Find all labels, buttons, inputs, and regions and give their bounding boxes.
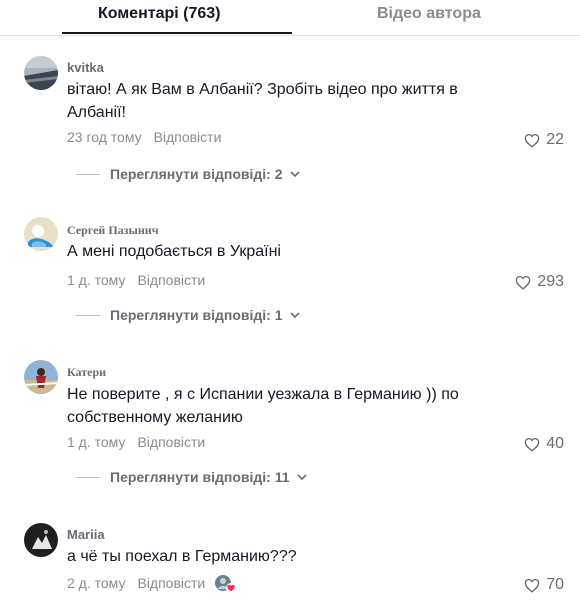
avatar[interactable]: [24, 56, 58, 90]
tab-author-videos[interactable]: Відео автора: [377, 5, 481, 35]
like-button[interactable]: 70: [524, 576, 564, 594]
like-count: 22: [546, 131, 564, 148]
avatar[interactable]: [24, 360, 58, 394]
avatar[interactable]: [24, 523, 58, 557]
view-replies-label: Переглянути відповіді: 2: [110, 166, 283, 182]
tab-comments[interactable]: Коментарі (763): [98, 5, 220, 35]
comment-time: 23 год тому: [67, 129, 142, 145]
like-count: 293: [537, 273, 564, 290]
like-count: 70: [546, 576, 564, 593]
view-replies-button[interactable]: Переглянути відповіді: 1: [76, 307, 301, 323]
heart-outline-icon: [524, 578, 540, 593]
view-replies-button[interactable]: Переглянути відповіді: 11: [76, 469, 308, 485]
avatar[interactable]: [24, 217, 58, 251]
creator-liked-badge: [215, 575, 237, 594]
comment-username[interactable]: Mariia: [67, 527, 105, 542]
chevron-down-icon: [289, 171, 300, 178]
comment-text: А мені подобається в Україні: [67, 243, 281, 260]
heart-badge-icon: [226, 583, 237, 594]
like-count: 40: [546, 435, 564, 452]
chevron-down-icon: [289, 312, 300, 319]
divider-line: [76, 476, 100, 478]
comment-text: а чё ты поехал в Германию???: [67, 548, 297, 565]
comment-meta: 1 д. тому Відповісти: [67, 434, 205, 450]
view-replies-label: Переглянути відповіді: 11: [110, 469, 290, 485]
like-button[interactable]: 22: [524, 131, 564, 149]
heart-outline-icon: [524, 437, 540, 452]
reply-button[interactable]: Відповісти: [137, 575, 205, 591]
comment-tabs: Коментарі (763) Відео автора: [0, 0, 580, 36]
comment-username[interactable]: kvitka: [67, 60, 104, 75]
heart-outline-icon: [524, 133, 540, 148]
comment-username[interactable]: Катери: [67, 365, 106, 380]
comment-meta: 1 д. тому Відповісти: [67, 272, 205, 288]
comment-meta: 23 год тому Відповісти: [67, 129, 221, 145]
comment-time: 1 д. тому: [67, 272, 126, 288]
comment-username[interactable]: Сергей Пазынич: [67, 223, 158, 238]
reply-button[interactable]: Відповісти: [137, 272, 205, 288]
view-replies-label: Переглянути відповіді: 1: [110, 307, 283, 323]
comment-text: Не поверите , я с Испании уезжала в Герм…: [67, 386, 459, 426]
comment-text: вітаю! А як Вам в Албанії? Зробіть відео…: [67, 81, 458, 121]
heart-outline-icon: [515, 275, 531, 290]
like-button[interactable]: 40: [524, 435, 564, 453]
comment-time: 2 д. тому: [67, 575, 126, 591]
divider-line: [76, 314, 100, 316]
reply-button[interactable]: Відповісти: [137, 434, 205, 450]
reply-button[interactable]: Відповісти: [154, 129, 222, 145]
like-button[interactable]: 293: [515, 273, 564, 291]
comment-time: 1 д. тому: [67, 434, 126, 450]
chevron-down-icon: [296, 474, 307, 481]
divider-line: [76, 173, 100, 175]
comment-meta: 2 д. тому Відповісти: [67, 575, 237, 594]
active-tab-indicator: [62, 32, 292, 34]
view-replies-button[interactable]: Переглянути відповіді: 2: [76, 166, 301, 182]
